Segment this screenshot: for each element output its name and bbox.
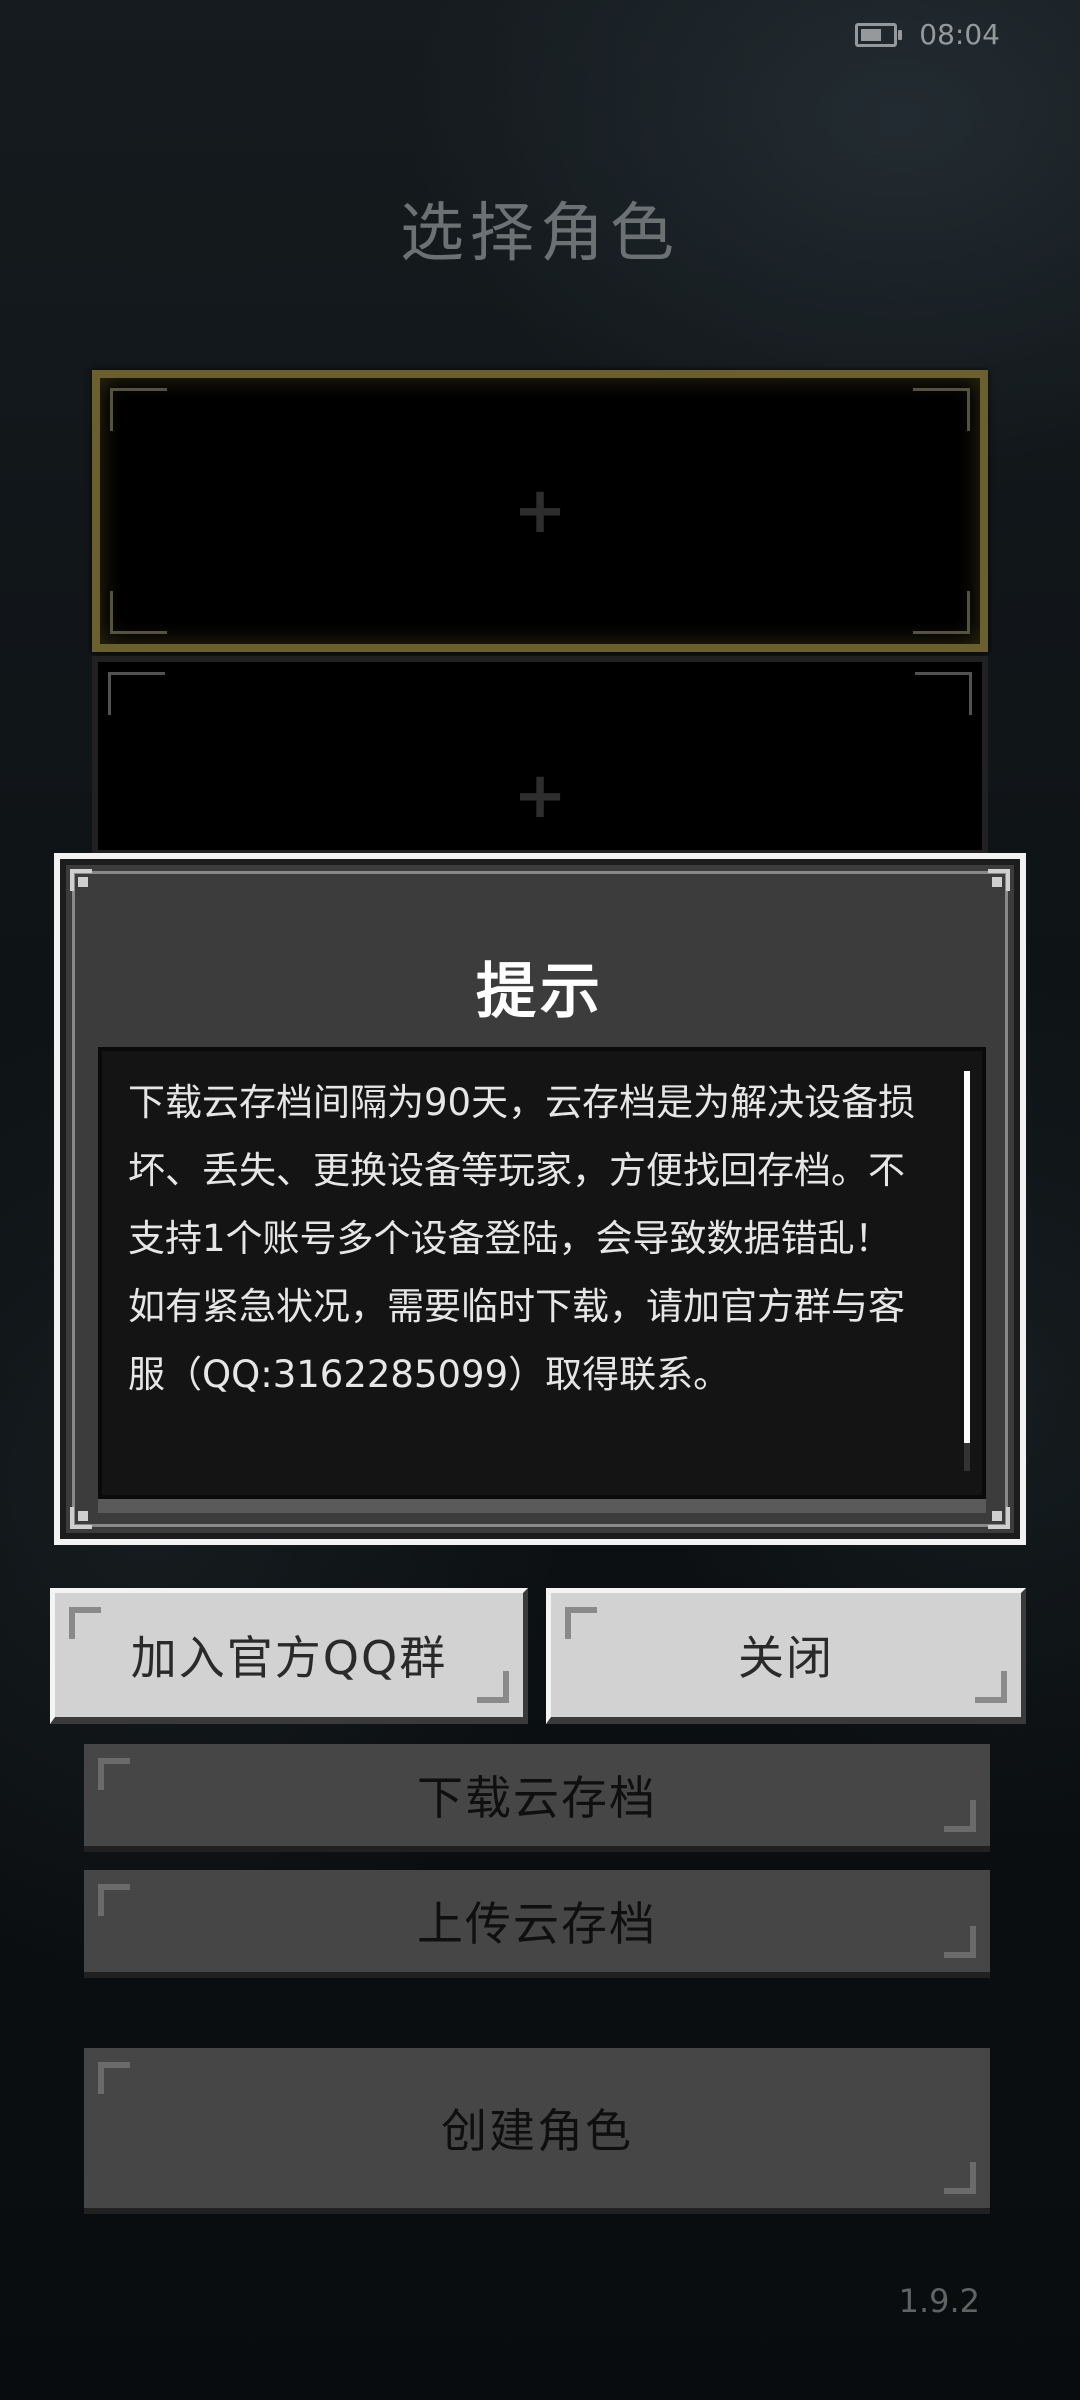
button-bracket [565,1607,597,1639]
button-bracket [975,1671,1007,1703]
join-qq-group-button[interactable]: 加入官方QQ群 [50,1588,528,1724]
dialog-body-edge [98,1499,986,1513]
dialog-paragraph: 下载云存档间隔为90天，云存档是为解决设备损坏、丢失、更换设备等玩家，方便找回存… [128,1081,916,1260]
ornament-corner [64,863,98,897]
ornament-corner [64,1501,98,1535]
button-bracket [69,1607,101,1639]
dialog-title: 提示 [476,957,604,1027]
dialog-paragraph: 如有紧急状况，需要临时下载，请加官方群与客服（QQ:3162285099）取得联… [128,1285,905,1396]
close-label: 关闭 [738,1631,834,1685]
notice-dialog: 提示 下载云存档间隔为90天，云存档是为解决设备损坏、丢失、更换设备等玩家，方便… [54,853,1026,1545]
ornament-corner [982,1501,1016,1535]
join-qq-group-label: 加入官方QQ群 [130,1631,448,1685]
dialog-frame: 提示 下载云存档间隔为90天，云存档是为解决设备损坏、丢失、更换设备等玩家，方便… [60,859,1020,1539]
ornament-corner [982,863,1016,897]
screen: 08:04 选择角色 + + 下载云存档 上传云存档 创建角色 1.9.2 提示… [0,0,1080,2400]
scrollbar-thumb[interactable] [964,1071,970,1443]
button-bracket [477,1671,509,1703]
scrollbar[interactable] [964,1071,970,1471]
dialog-message[interactable]: 下载云存档间隔为90天，云存档是为解决设备损坏、丢失、更换设备等玩家，方便找回存… [98,1047,986,1499]
close-button[interactable]: 关闭 [546,1588,1026,1724]
